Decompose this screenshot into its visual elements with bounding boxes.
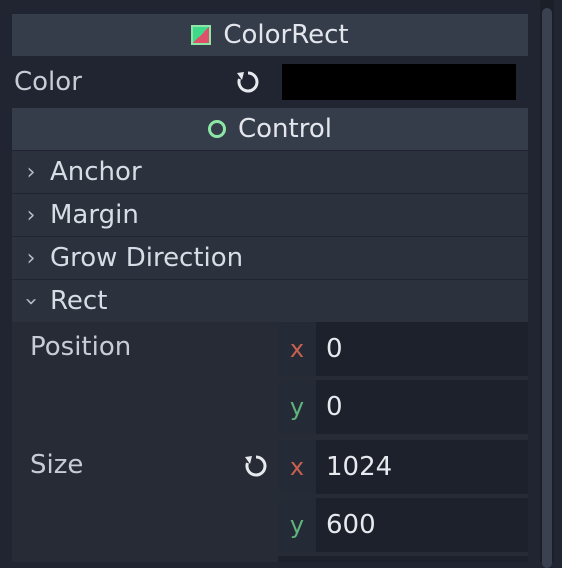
chevron-down-icon: › — [18, 296, 44, 306]
position-x-field[interactable]: x 0 — [278, 322, 528, 376]
section-rect-label: Rect — [50, 286, 108, 316]
control-icon — [208, 120, 226, 138]
colorrect-icon — [191, 25, 212, 45]
inspector-panel: ColorRect Color Control › Anchor › Margi… — [0, 0, 562, 568]
axis-x-label: x — [278, 322, 316, 376]
section-margin[interactable]: › Margin — [12, 194, 528, 236]
colorrect-header-title: ColorRect — [223, 20, 349, 50]
control-header-title: Control — [238, 114, 332, 144]
position-x-value[interactable]: 0 — [316, 334, 343, 364]
section-margin-label: Margin — [50, 200, 139, 230]
chevron-right-icon: › — [26, 245, 36, 271]
section-rect[interactable]: › Rect — [12, 280, 528, 322]
next-field-edge — [278, 556, 528, 562]
chevron-right-icon: › — [26, 202, 36, 228]
size-y-field[interactable]: y 600 — [278, 498, 528, 552]
size-y-value[interactable]: 600 — [316, 510, 376, 540]
scrollbar-thumb[interactable] — [542, 8, 552, 568]
position-label: Position — [30, 332, 132, 362]
section-grow-direction-label: Grow Direction — [50, 243, 244, 273]
axis-y-label: y — [278, 498, 316, 552]
color-label: Color — [14, 67, 82, 97]
section-anchor[interactable]: › Anchor — [12, 151, 528, 193]
size-x-field[interactable]: x 1024 — [278, 440, 528, 494]
position-y-field[interactable]: y 0 — [278, 380, 528, 434]
size-label: Size — [30, 450, 84, 480]
color-swatch[interactable] — [282, 64, 516, 100]
position-y-value[interactable]: 0 — [316, 392, 343, 422]
control-header: Control — [12, 108, 528, 150]
colorrect-header: ColorRect — [12, 14, 528, 56]
revert-icon[interactable] — [242, 452, 270, 480]
section-grow-direction[interactable]: › Grow Direction — [12, 237, 528, 279]
section-anchor-label: Anchor — [50, 157, 142, 187]
revert-icon[interactable] — [234, 68, 262, 96]
axis-x-label: x — [278, 440, 316, 494]
axis-y-label: y — [278, 380, 316, 434]
chevron-right-icon: › — [26, 159, 36, 185]
size-x-value[interactable]: 1024 — [316, 452, 392, 482]
